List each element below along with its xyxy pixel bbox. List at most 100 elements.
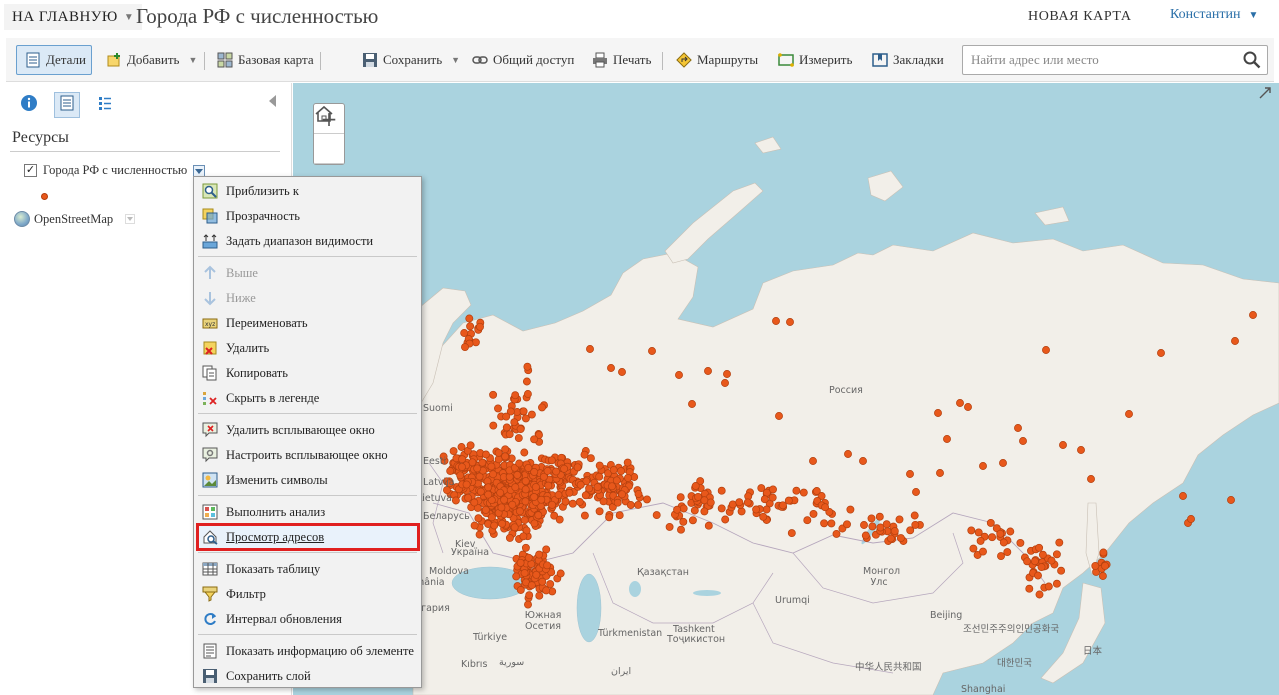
city-point[interactable] bbox=[1052, 550, 1061, 559]
city-point[interactable] bbox=[535, 550, 544, 559]
city-point[interactable] bbox=[936, 469, 944, 477]
city-point[interactable] bbox=[890, 527, 899, 536]
city-point[interactable] bbox=[1037, 563, 1046, 572]
city-point[interactable] bbox=[470, 521, 479, 530]
menu-item-delete[interactable]: Удалить bbox=[200, 336, 417, 360]
city-point[interactable] bbox=[501, 445, 510, 454]
layer-item-basemap[interactable]: OpenStreetMap bbox=[14, 211, 136, 227]
menu-item-filter[interactable]: Фильтр bbox=[200, 582, 417, 606]
menu-item-remove-popup[interactable]: Удалить всплывающее окно bbox=[200, 418, 417, 442]
city-point[interactable] bbox=[912, 488, 920, 496]
city-point[interactable] bbox=[1101, 561, 1109, 570]
city-point[interactable] bbox=[735, 498, 744, 507]
city-point[interactable] bbox=[535, 591, 544, 600]
city-point[interactable] bbox=[1042, 346, 1050, 354]
city-point[interactable] bbox=[1038, 550, 1047, 559]
city-point[interactable] bbox=[487, 462, 496, 471]
search-input[interactable] bbox=[963, 46, 1233, 74]
city-point[interactable] bbox=[691, 482, 700, 490]
city-point[interactable] bbox=[508, 500, 517, 509]
city-point[interactable] bbox=[1025, 584, 1034, 593]
city-point[interactable] bbox=[910, 511, 919, 520]
user-menu[interactable]: Константин ▼ bbox=[1170, 7, 1258, 23]
city-point[interactable] bbox=[505, 533, 514, 542]
city-point[interactable] bbox=[530, 519, 539, 528]
city-point[interactable] bbox=[521, 497, 530, 506]
city-point[interactable] bbox=[520, 448, 529, 457]
city-point[interactable] bbox=[809, 457, 817, 465]
city-point[interactable] bbox=[737, 507, 746, 516]
menu-item-rename[interactable]: xyz Переименовать bbox=[200, 311, 417, 335]
city-point[interactable] bbox=[489, 421, 498, 430]
home-button[interactable]: НА ГЛАВНУЮ ▼ bbox=[4, 4, 143, 30]
city-point[interactable] bbox=[580, 450, 589, 459]
search-icon[interactable] bbox=[1243, 51, 1261, 69]
city-point[interactable] bbox=[530, 468, 539, 476]
city-point[interactable] bbox=[648, 347, 656, 355]
city-point[interactable] bbox=[471, 338, 480, 347]
menu-item-copy[interactable]: Копировать bbox=[200, 361, 417, 385]
expand-icon[interactable] bbox=[1259, 87, 1271, 99]
city-point[interactable] bbox=[554, 490, 563, 499]
city-point[interactable] bbox=[1231, 337, 1239, 345]
city-point[interactable] bbox=[538, 403, 546, 412]
city-point[interactable] bbox=[956, 399, 964, 407]
city-point[interactable] bbox=[516, 558, 525, 567]
city-point[interactable] bbox=[456, 471, 465, 480]
city-point[interactable] bbox=[607, 364, 615, 372]
city-point[interactable] bbox=[1227, 496, 1235, 504]
menu-item-transparency[interactable]: Прозрачность bbox=[200, 204, 417, 228]
city-point[interactable] bbox=[803, 516, 812, 525]
city-point[interactable] bbox=[979, 462, 987, 470]
city-point[interactable] bbox=[487, 513, 496, 522]
city-point[interactable] bbox=[1023, 557, 1032, 566]
city-point[interactable] bbox=[679, 504, 688, 513]
city-point[interactable] bbox=[521, 543, 530, 552]
city-point[interactable] bbox=[676, 493, 685, 502]
menu-item-analysis[interactable]: Выполнить анализ bbox=[200, 500, 417, 524]
city-point[interactable] bbox=[595, 472, 604, 481]
city-point[interactable] bbox=[775, 412, 783, 420]
city-point[interactable] bbox=[523, 390, 532, 398]
city-point[interactable] bbox=[623, 458, 632, 467]
city-point[interactable] bbox=[1035, 590, 1044, 599]
bookmarks-button[interactable]: Закладки bbox=[868, 45, 948, 75]
city-point[interactable] bbox=[846, 505, 855, 514]
city-point[interactable] bbox=[514, 434, 523, 443]
city-point[interactable] bbox=[496, 488, 505, 497]
city-point[interactable] bbox=[704, 367, 712, 375]
city-point[interactable] bbox=[580, 511, 589, 520]
city-point[interactable] bbox=[1157, 349, 1165, 357]
city-point[interactable] bbox=[466, 441, 475, 450]
menu-item-table[interactable]: Показать таблицу bbox=[200, 557, 417, 581]
city-point[interactable] bbox=[1099, 548, 1108, 557]
city-point[interactable] bbox=[510, 418, 519, 427]
city-point[interactable] bbox=[613, 498, 622, 507]
city-point[interactable] bbox=[769, 485, 777, 494]
city-point[interactable] bbox=[820, 519, 829, 528]
city-point[interactable] bbox=[519, 532, 528, 541]
city-point[interactable] bbox=[542, 586, 551, 595]
city-point[interactable] bbox=[677, 525, 685, 534]
city-point[interactable] bbox=[867, 514, 876, 523]
city-point[interactable] bbox=[786, 318, 794, 326]
city-point[interactable] bbox=[1052, 579, 1061, 588]
city-point[interactable] bbox=[717, 504, 726, 513]
city-point[interactable] bbox=[497, 503, 506, 512]
share-button[interactable]: Общий доступ bbox=[468, 45, 578, 75]
city-point[interactable] bbox=[568, 499, 577, 508]
city-point[interactable] bbox=[561, 497, 570, 506]
city-point[interactable] bbox=[861, 531, 870, 540]
city-point[interactable] bbox=[988, 533, 997, 542]
city-point[interactable] bbox=[827, 519, 836, 528]
city-point[interactable] bbox=[821, 503, 830, 512]
city-point[interactable] bbox=[573, 463, 582, 472]
city-point[interactable] bbox=[1030, 557, 1039, 566]
city-point[interactable] bbox=[543, 561, 552, 570]
city-point[interactable] bbox=[964, 403, 972, 411]
city-point[interactable] bbox=[615, 511, 624, 520]
city-point[interactable] bbox=[556, 569, 565, 578]
city-point[interactable] bbox=[575, 498, 584, 506]
city-point[interactable] bbox=[617, 467, 625, 476]
city-point[interactable] bbox=[489, 390, 498, 399]
